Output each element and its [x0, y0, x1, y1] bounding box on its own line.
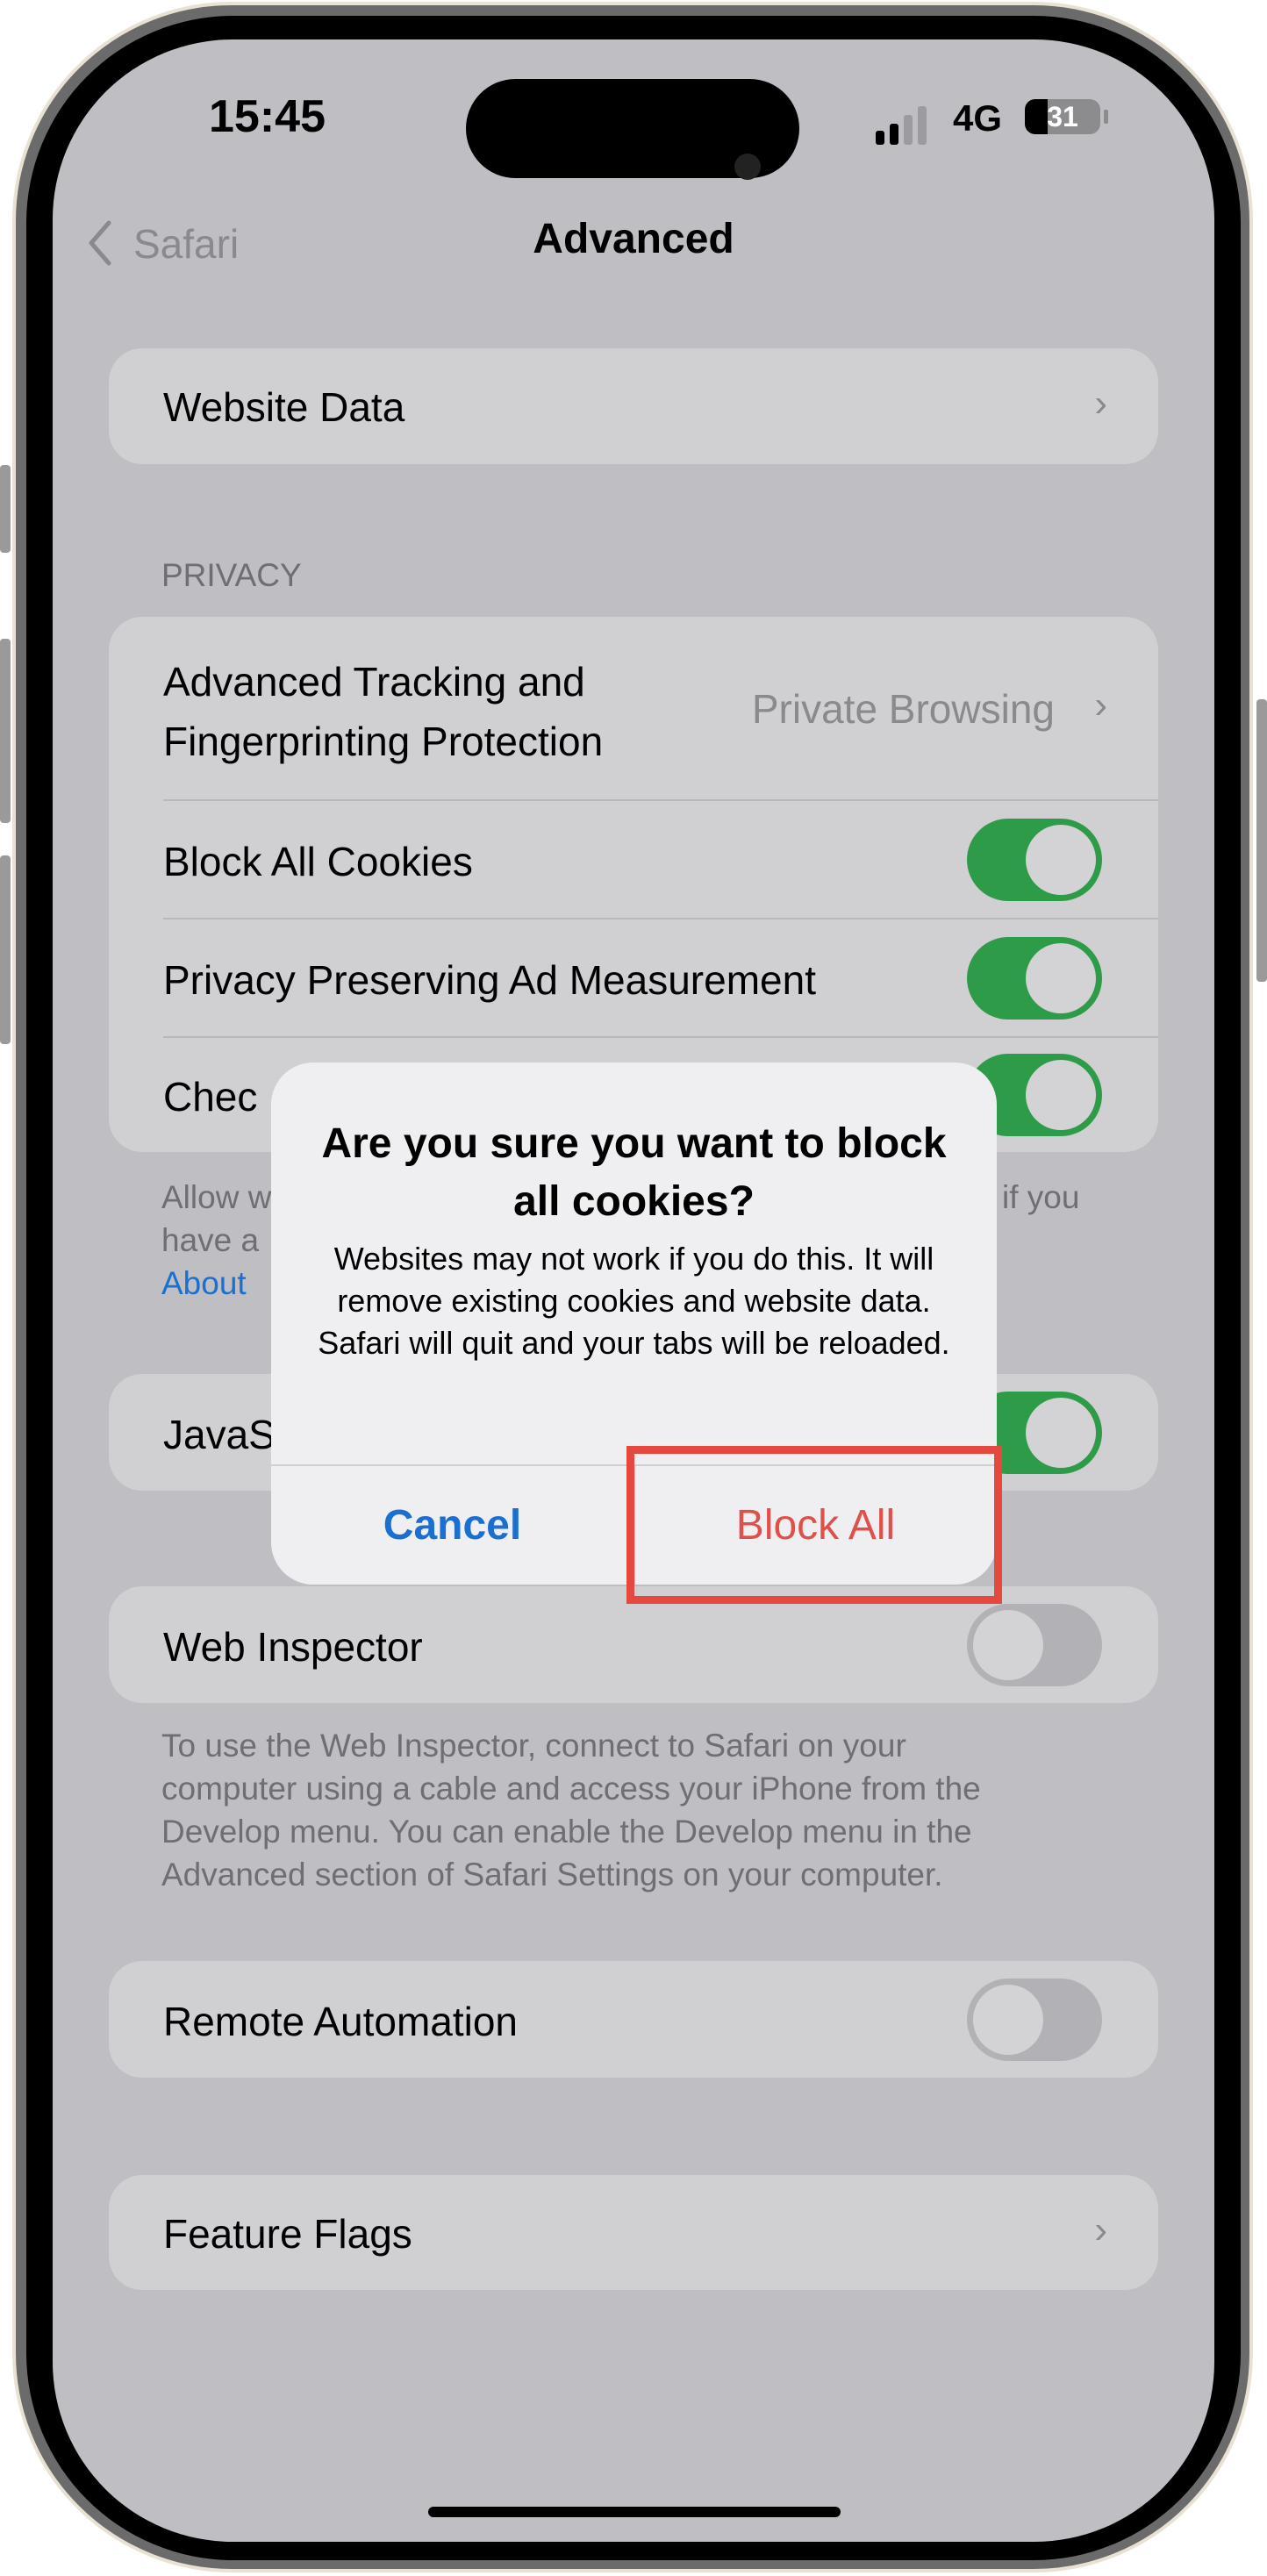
- footer-line: computer using a cable and access your i…: [161, 1771, 981, 1807]
- volume-up-button: [0, 639, 11, 823]
- tracking-value: Private Browsing: [751, 686, 1055, 732]
- network-type: 4G: [953, 97, 1003, 139]
- alert-message: Websites may not work if you do this. It…: [318, 1241, 950, 1361]
- action-button: [0, 465, 11, 553]
- alert-title: Are you sure you want to block all cooki…: [321, 1120, 947, 1225]
- page-title: Advanced: [533, 216, 734, 262]
- footer-line: Develop menu. You can enable the Develop…: [161, 1814, 972, 1850]
- remote-automation-row: Remote Automation: [109, 1961, 1158, 2078]
- tracking-protection-row[interactable]: Advanced Tracking and Fingerprinting Prot…: [109, 617, 1158, 799]
- remote-automation-toggle[interactable]: [967, 1979, 1102, 2061]
- battery-level: 31: [1047, 101, 1078, 132]
- javascript-label: JavaS: [163, 1412, 276, 1457]
- ad-measurement-toggle[interactable]: [967, 937, 1102, 1020]
- web-inspector-footer: To use the Web Inspector, connect to Saf…: [161, 1724, 981, 1896]
- power-button: [1256, 699, 1267, 982]
- volume-down-button: [0, 855, 11, 1044]
- privacy-footer-line2-left: have a: [161, 1222, 260, 1258]
- privacy-header: PRIVACY: [161, 557, 302, 593]
- privacy-footer-line1-right: if you: [1002, 1179, 1080, 1215]
- web-inspector-label: Web Inspector: [163, 1624, 423, 1670]
- highlight-box: [626, 1446, 1002, 1604]
- block-cookies-row: Block All Cookies: [109, 801, 1158, 918]
- footer-line: To use the Web Inspector, connect to Saf…: [161, 1728, 906, 1764]
- feature-flags-row[interactable]: Feature Flags ›: [109, 2175, 1158, 2290]
- chevron-right-icon: ›: [1094, 683, 1107, 726]
- chevron-right-icon: ›: [1094, 382, 1107, 425]
- website-data-label: Website Data: [163, 384, 405, 430]
- website-data-row[interactable]: Website Data ›: [109, 348, 1158, 464]
- cancel-button[interactable]: Cancel: [271, 1466, 634, 1585]
- web-inspector-toggle[interactable]: [967, 1604, 1102, 1686]
- camera-icon: [734, 154, 761, 180]
- status-time: 15:45: [209, 91, 326, 142]
- remote-automation-label: Remote Automation: [163, 1999, 519, 2044]
- ad-measurement-row: Privacy Preserving Ad Measurement: [109, 919, 1158, 1036]
- block-cookies-toggle[interactable]: [967, 819, 1102, 901]
- chevron-right-icon: ›: [1094, 2208, 1107, 2251]
- footer-line: Advanced section of Safari Settings on y…: [161, 1857, 943, 1893]
- privacy-footer-line1-left: Allow w: [161, 1179, 272, 1215]
- block-cookies-label: Block All Cookies: [163, 839, 473, 884]
- feature-flags-label: Feature Flags: [163, 2211, 412, 2257]
- home-indicator[interactable]: [428, 2507, 841, 2517]
- about-link[interactable]: About: [161, 1262, 247, 1305]
- tracking-label-line1: Advanced Tracking and: [163, 659, 585, 705]
- check-label: Chec: [163, 1074, 258, 1120]
- ad-measurement-label: Privacy Preserving Ad Measurement: [163, 957, 816, 1003]
- battery-icon: 31: [1025, 99, 1100, 134]
- tracking-label-line2: Fingerprinting Protection: [163, 719, 604, 764]
